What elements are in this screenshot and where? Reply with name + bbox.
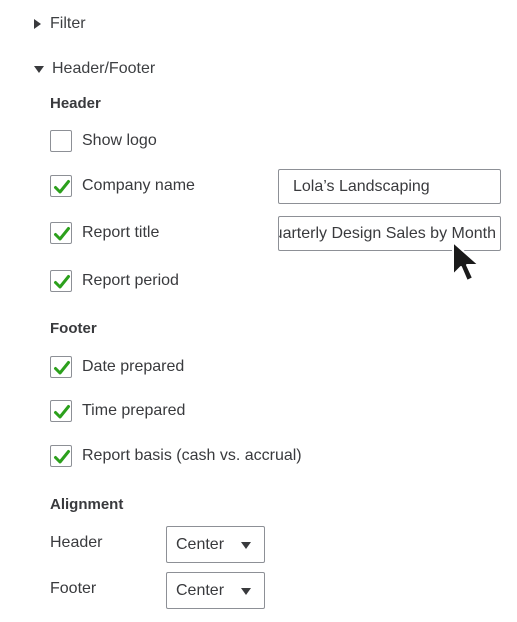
- footer-group-label: Footer: [50, 320, 97, 337]
- dropdown-arrow-icon: [241, 588, 251, 595]
- report-period-label: Report period: [82, 272, 179, 289]
- checkmark-icon: [54, 450, 70, 464]
- alignment-group-label: Alignment: [50, 496, 124, 513]
- company-name-row: Company name: [50, 175, 195, 197]
- time-prepared-label: Time prepared: [82, 402, 186, 419]
- header-group-label: Header: [50, 95, 101, 112]
- date-prepared-label: Date prepared: [82, 358, 185, 375]
- report-title-checkbox[interactable]: [50, 222, 72, 244]
- dropdown-arrow-icon: [241, 542, 251, 549]
- footer-alignment-value: Center: [176, 581, 225, 599]
- company-name-value: Lola’s Landscaping: [293, 178, 430, 195]
- time-prepared-row: Time prepared: [50, 400, 185, 422]
- show-logo-label: Show logo: [82, 132, 157, 149]
- header-footer-toggle[interactable]: Header/Footer: [34, 60, 155, 78]
- checkmark-icon: [54, 227, 70, 241]
- report-title-label: Report title: [82, 224, 160, 241]
- report-period-row: Report period: [50, 270, 179, 292]
- company-name-checkbox[interactable]: [50, 175, 72, 197]
- checkmark-icon: [54, 275, 70, 289]
- report-basis-row: Report basis (cash vs. accrual): [50, 445, 302, 467]
- header-footer-label: Header/Footer: [52, 60, 156, 77]
- show-logo-checkbox[interactable]: [50, 130, 72, 152]
- report-basis-checkbox[interactable]: [50, 445, 72, 467]
- filter-toggle[interactable]: Filter: [34, 15, 86, 33]
- alignment-footer-label: Footer: [50, 580, 97, 597]
- company-name-label: Company name: [82, 177, 195, 194]
- report-basis-label: Report basis (cash vs. accrual): [82, 447, 302, 464]
- show-logo-row: Show logo: [50, 130, 157, 152]
- report-title-row: Report title: [50, 222, 159, 244]
- company-name-input[interactable]: Lola’s Landscaping: [278, 169, 501, 204]
- alignment-header-label: Header: [50, 534, 103, 551]
- time-prepared-checkbox[interactable]: [50, 400, 72, 422]
- checkmark-icon: [54, 405, 70, 419]
- date-prepared-checkbox[interactable]: [50, 356, 72, 378]
- caret-down-icon: [34, 65, 44, 73]
- header-alignment-select[interactable]: Center: [166, 526, 265, 563]
- checkmark-icon: [54, 180, 70, 194]
- mouse-pointer-icon: [452, 241, 480, 282]
- caret-right-icon: [34, 19, 41, 29]
- report-period-checkbox[interactable]: [50, 270, 72, 292]
- header-alignment-value: Center: [176, 535, 225, 553]
- footer-alignment-select[interactable]: Center: [166, 572, 265, 609]
- filter-label: Filter: [50, 15, 86, 32]
- date-prepared-row: Date prepared: [50, 356, 184, 378]
- checkmark-icon: [54, 361, 70, 375]
